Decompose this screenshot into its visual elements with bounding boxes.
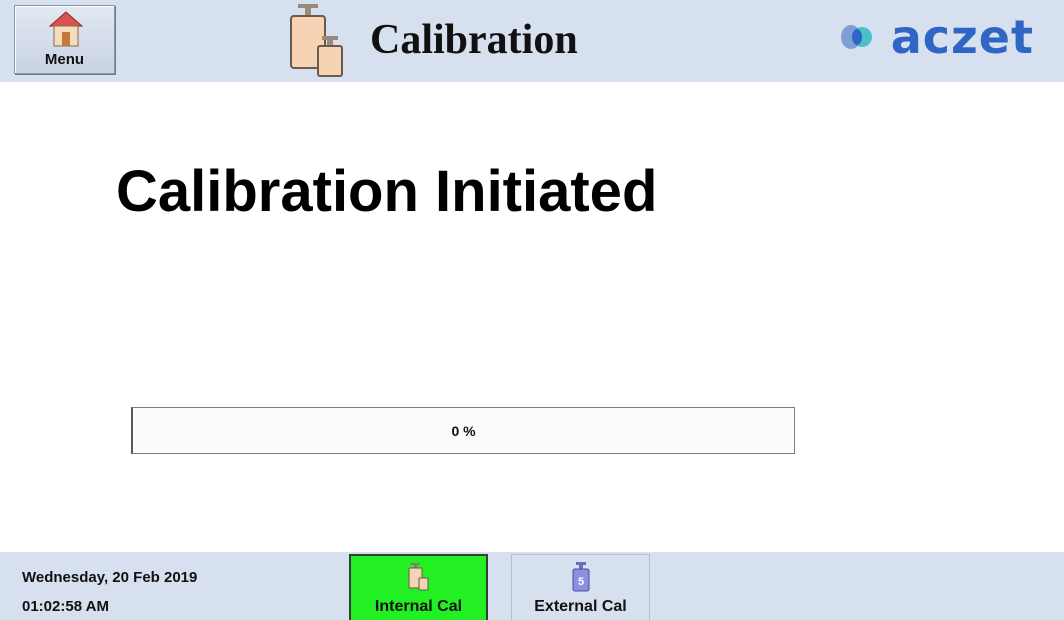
tab-internal-cal-label: Internal Cal (374, 598, 463, 615)
footer-bar: Wednesday, 20 Feb 2019 01:02:58 AM Inter… (0, 552, 1064, 620)
page-title: Calibration (370, 17, 578, 63)
brand: aczet (837, 14, 1034, 60)
calibration-progress-bar: 0 % (131, 407, 795, 454)
calibration-weights-icon (290, 4, 343, 77)
current-date: Wednesday, 20 Feb 2019 (22, 569, 198, 586)
header-bar: Menu Calibration aczet (0, 0, 1064, 82)
progress-label: 0 % (451, 422, 476, 439)
tab-internal-cal[interactable]: Internal Cal (349, 554, 488, 620)
menu-button[interactable]: Menu (14, 5, 115, 74)
internal-weights-icon (408, 563, 428, 591)
title-area: Calibration (286, 2, 578, 78)
calibration-screen: Menu Calibration aczet Calibration Initi… (0, 0, 1064, 620)
current-time: 01:02:58 AM (22, 598, 109, 615)
home-icon (49, 11, 83, 47)
calibration-status-title: Calibration Initiated (116, 159, 658, 224)
svg-text:5: 5 (577, 576, 583, 588)
tab-external-cal-label: External Cal (534, 598, 627, 615)
menu-button-label: Menu (44, 51, 85, 68)
brand-name: aczet (890, 10, 1034, 64)
external-weight-icon: 5 (572, 562, 589, 592)
tab-external-cal[interactable]: 5 External Cal (511, 554, 650, 620)
aczet-logo-icon (840, 25, 872, 49)
